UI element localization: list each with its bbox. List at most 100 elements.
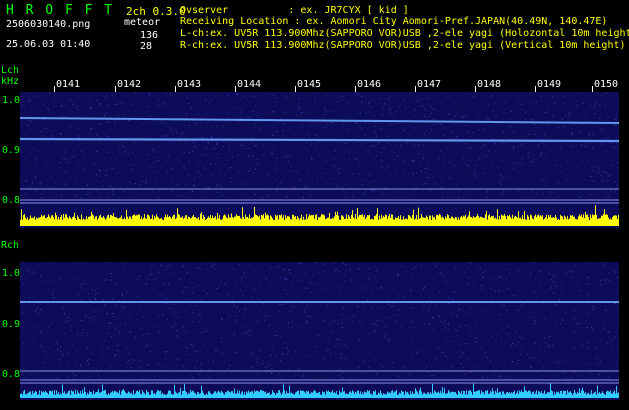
noise-speck bbox=[157, 150, 159, 152]
noise-speck bbox=[534, 123, 536, 125]
noise-speck bbox=[106, 267, 108, 269]
activity-bar bbox=[463, 390, 464, 398]
noise-speck bbox=[60, 351, 61, 353]
noise-speck bbox=[60, 167, 62, 168]
noise-speck bbox=[108, 136, 109, 137]
activity-bar bbox=[251, 217, 252, 226]
noise-speck bbox=[415, 187, 417, 189]
activity-bar bbox=[258, 216, 259, 226]
noise-speck bbox=[609, 331, 611, 333]
noise-speck bbox=[265, 278, 267, 280]
noise-speck bbox=[60, 105, 62, 107]
noise-speck bbox=[105, 144, 107, 146]
activity-bar bbox=[208, 216, 209, 226]
noise-speck bbox=[484, 144, 485, 146]
noise-speck bbox=[201, 353, 203, 355]
noise-speck bbox=[238, 148, 240, 150]
activity-bar bbox=[31, 218, 32, 226]
noise-speck bbox=[457, 292, 458, 294]
activity-bar bbox=[266, 215, 267, 226]
noise-speck bbox=[490, 277, 492, 279]
noise-speck bbox=[124, 324, 126, 326]
noise-speck bbox=[336, 185, 338, 187]
activity-bar bbox=[452, 216, 453, 226]
noise-speck bbox=[475, 341, 477, 343]
noise-speck bbox=[404, 105, 406, 107]
noise-speck bbox=[293, 186, 295, 188]
noise-speck bbox=[114, 120, 116, 122]
noise-speck bbox=[487, 150, 489, 152]
activity-bar bbox=[516, 393, 517, 398]
noise-speck bbox=[362, 289, 364, 291]
activity-bar bbox=[26, 394, 27, 398]
noise-speck bbox=[490, 326, 492, 328]
noise-speck bbox=[217, 192, 219, 193]
activity-bar bbox=[26, 219, 27, 226]
noise-speck bbox=[189, 298, 191, 300]
noise-speck bbox=[256, 158, 258, 160]
activity-bar bbox=[485, 214, 486, 226]
noise-speck bbox=[315, 134, 317, 136]
activity-bar bbox=[90, 391, 91, 398]
noise-speck bbox=[50, 330, 52, 332]
noise-speck bbox=[135, 141, 137, 142]
noise-speck bbox=[505, 113, 506, 114]
activity-bar bbox=[446, 393, 447, 398]
activity-bar bbox=[151, 218, 152, 226]
noise-speck bbox=[28, 101, 29, 103]
noise-speck bbox=[125, 165, 127, 167]
noise-speck bbox=[29, 307, 31, 309]
noise-speck bbox=[499, 193, 501, 195]
noise-speck bbox=[405, 108, 407, 110]
activity-bar bbox=[233, 218, 234, 226]
noise-speck bbox=[274, 292, 276, 294]
activity-bar bbox=[303, 216, 304, 226]
noise-speck bbox=[263, 303, 265, 305]
activity-bar bbox=[50, 390, 51, 398]
noise-speck bbox=[394, 171, 396, 173]
noise-speck bbox=[218, 285, 220, 287]
noise-speck bbox=[375, 266, 376, 268]
noise-speck bbox=[185, 117, 187, 119]
noise-speck bbox=[463, 170, 465, 172]
noise-speck bbox=[81, 166, 83, 168]
rch-spectrogram bbox=[20, 262, 619, 400]
noise-speck bbox=[63, 290, 64, 292]
noise-speck bbox=[429, 351, 431, 353]
noise-speck bbox=[64, 116, 66, 118]
noise-speck bbox=[476, 337, 478, 338]
activity-bar bbox=[70, 394, 71, 398]
noise-speck bbox=[24, 160, 26, 162]
noise-speck bbox=[148, 195, 150, 197]
noise-speck bbox=[540, 270, 541, 272]
noise-speck bbox=[36, 180, 38, 182]
activity-bar bbox=[36, 391, 37, 398]
noise-speck bbox=[545, 154, 547, 155]
noise-speck bbox=[42, 311, 43, 313]
noise-speck bbox=[349, 186, 351, 188]
activity-bar bbox=[383, 215, 384, 226]
noise-speck bbox=[310, 292, 312, 293]
activity-bar bbox=[499, 216, 500, 226]
noise-speck bbox=[395, 320, 397, 322]
noise-speck bbox=[481, 289, 483, 291]
activity-bar bbox=[431, 219, 432, 226]
noise-speck bbox=[462, 107, 464, 109]
noise-speck bbox=[510, 177, 512, 179]
noise-speck bbox=[504, 99, 506, 101]
noise-speck bbox=[80, 335, 82, 337]
noise-speck bbox=[352, 320, 354, 322]
noise-speck bbox=[171, 180, 173, 182]
noise-speck bbox=[423, 305, 425, 307]
activity-bar bbox=[267, 392, 268, 398]
noise-speck bbox=[33, 148, 35, 150]
noise-speck bbox=[176, 335, 178, 337]
activity-bar bbox=[112, 390, 113, 398]
activity-bar bbox=[513, 218, 514, 226]
activity-bar bbox=[525, 219, 526, 226]
noise-speck bbox=[324, 108, 326, 110]
noise-speck bbox=[152, 190, 154, 192]
noise-speck bbox=[249, 329, 251, 331]
noise-speck bbox=[555, 325, 557, 327]
noise-speck bbox=[543, 337, 545, 339]
